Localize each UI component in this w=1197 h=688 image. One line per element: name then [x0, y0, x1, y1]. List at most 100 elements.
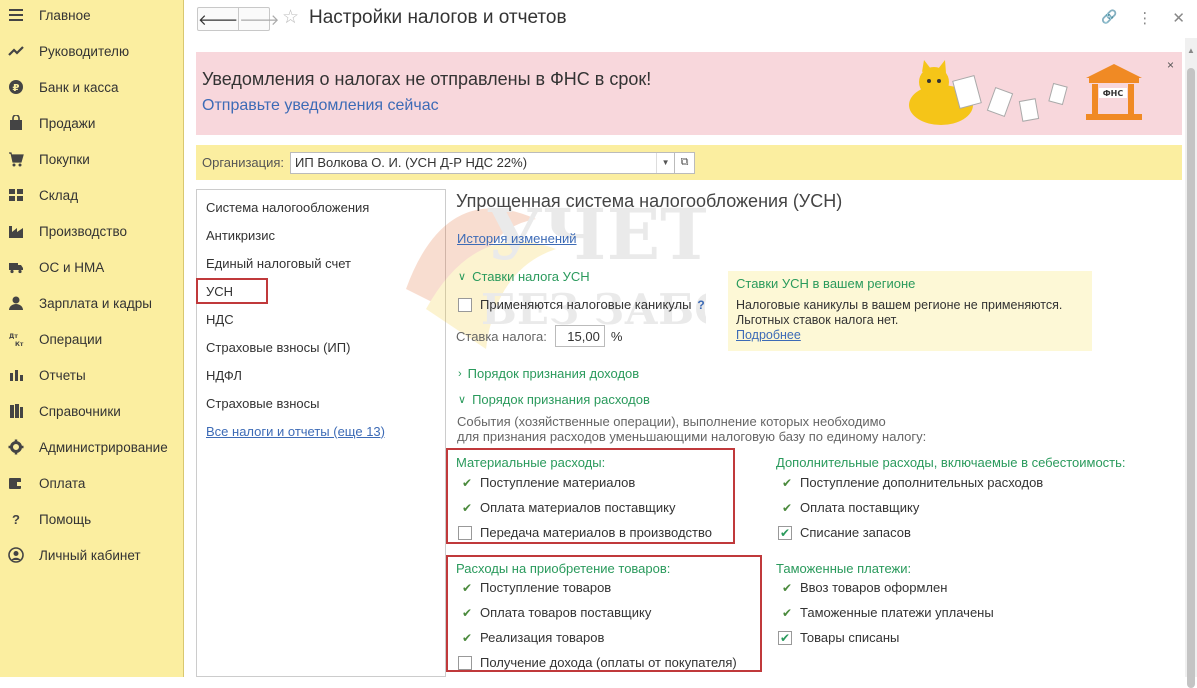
- sidebar-item-account[interactable]: Личный кабинет: [0, 537, 183, 573]
- sidebar-item-assets[interactable]: ОС и НМА: [0, 249, 183, 285]
- additional-item-label: Оплата поставщику: [800, 500, 920, 515]
- sidebar-item-payment[interactable]: Оплата: [0, 465, 183, 501]
- group-rates[interactable]: ∨ Ставки налога УСН: [458, 269, 590, 284]
- link-icon[interactable]: 🔗: [1101, 9, 1117, 27]
- additional-item-label: Списание запасов: [800, 525, 911, 540]
- tax-section-item-selected[interactable]: УСН: [196, 278, 268, 304]
- tick-icon[interactable]: ✔: [460, 631, 474, 645]
- tax-section-item[interactable]: Страховые взносы (ИП): [197, 333, 445, 361]
- close-icon[interactable]: ✕: [1172, 9, 1185, 27]
- sidebar-item-help[interactable]: ? Помощь: [0, 501, 183, 537]
- sidebar-item-directories[interactable]: Справочники: [0, 393, 183, 429]
- goods-item-label: Оплата товаров поставщику: [480, 605, 652, 620]
- organization-select[interactable]: ИП Волкова О. И. (УСН Д-Р НДС 22%) ▼: [290, 151, 676, 174]
- tax-rate-label: Ставка налога:: [456, 328, 547, 344]
- content-area: Уведомления о налогах не отправлены в ФН…: [185, 38, 1197, 677]
- banner-link[interactable]: Отправьте уведомления сейчас: [202, 97, 439, 115]
- tax-section-item[interactable]: НДФЛ: [197, 361, 445, 389]
- books-icon: [8, 403, 24, 419]
- tax-section-item[interactable]: Страховые взносы: [197, 389, 445, 417]
- star-icon[interactable]: ☆: [282, 6, 299, 29]
- sidebar-item-bank[interactable]: ₽ Банк и касса: [0, 69, 183, 105]
- trend-icon: [8, 43, 24, 59]
- help-icon[interactable]: ?: [697, 298, 704, 312]
- more-details-link[interactable]: Подробнее: [736, 328, 1084, 342]
- goods-item-label: Получение дохода (оплаты от покупателя): [480, 655, 737, 670]
- tick-icon[interactable]: ✔: [460, 476, 474, 490]
- tax-rate-input[interactable]: 15,00: [554, 325, 605, 347]
- tax-section-item[interactable]: Единый налоговый счет: [197, 249, 445, 277]
- page-title: Настройки налогов и отчетов: [309, 7, 567, 28]
- sidebar-item-operations[interactable]: Дт Кт Операции: [0, 321, 183, 357]
- additional-item-label: Поступление дополнительных расходов: [800, 475, 1044, 490]
- tax-section-item[interactable]: НДС: [197, 305, 445, 333]
- tick-icon[interactable]: ✔: [780, 476, 794, 490]
- chevron-down-icon[interactable]: ▼: [656, 152, 674, 173]
- group-expense[interactable]: ∨ Порядок признания расходов: [458, 392, 650, 407]
- factory-icon: [8, 223, 24, 239]
- sidebar-item-label: Покупки: [39, 151, 90, 167]
- materials-item-label: Передача материалов в производство: [480, 525, 712, 540]
- sidebar-item-label: Склад: [39, 187, 79, 203]
- tick-icon[interactable]: ✔: [460, 606, 474, 620]
- sidebar-item-main[interactable]: Главное: [0, 0, 183, 33]
- description-line: События (хозяйственные операции), выполн…: [457, 414, 886, 429]
- sidebar-item-label: Банк и касса: [39, 79, 119, 95]
- sidebar-item-label: Зарплата и кадры: [39, 295, 152, 311]
- forward-button[interactable]: 🡒: [238, 8, 279, 30]
- additional-item: ✔ Оплата поставщику: [780, 500, 919, 515]
- tick-icon[interactable]: ✔: [780, 501, 794, 515]
- all-taxes-link[interactable]: Все налоги и отчеты (еще 13): [197, 417, 445, 445]
- customs-item: ✔ Товары списаны: [778, 630, 899, 645]
- group-income[interactable]: › Порядок признания доходов: [458, 366, 639, 381]
- sidebar-item-purchases[interactable]: Покупки: [0, 141, 183, 177]
- checked-checkbox[interactable]: ✔: [778, 525, 792, 540]
- scroll-up-icon[interactable]: ▲: [1187, 46, 1195, 55]
- goods-checkbox[interactable]: [458, 655, 472, 670]
- sidebar-item-admin[interactable]: Администрирование: [0, 429, 183, 465]
- tick-icon[interactable]: ✔: [460, 501, 474, 515]
- sidebar-item-manager[interactable]: Руководителю: [0, 33, 183, 69]
- customs-item: ✔ Ввоз товаров оформлен: [780, 580, 947, 595]
- notification-banner: Уведомления о налогах не отправлены в ФН…: [196, 52, 1182, 135]
- materials-checkbox[interactable]: [458, 525, 472, 540]
- tax-section-item[interactable]: Антикризис: [197, 221, 445, 249]
- sidebar-item-warehouse[interactable]: Склад: [0, 177, 183, 213]
- chevron-right-icon: ›: [458, 367, 462, 380]
- customs-item-label: Товары списаны: [800, 630, 900, 645]
- group-expense-label: Порядок признания расходов: [472, 392, 650, 407]
- sidebar-item-label: ОС и НМА: [39, 259, 105, 275]
- sidebar-item-production[interactable]: Производство: [0, 213, 183, 249]
- title-bar-actions: 🔗 ⋮ ✕: [1101, 9, 1185, 27]
- nav-buttons: 🡐 🡒: [197, 7, 279, 31]
- checked-checkbox[interactable]: ✔: [778, 630, 792, 645]
- more-icon[interactable]: ⋮: [1137, 9, 1152, 27]
- tick-icon[interactable]: ✔: [460, 581, 474, 595]
- back-button[interactable]: 🡐: [198, 8, 238, 30]
- sidebar-item-salary[interactable]: Зарплата и кадры: [0, 285, 183, 321]
- sidebar-item-label: Операции: [39, 331, 103, 347]
- bar-chart-icon: [8, 367, 24, 383]
- history-link[interactable]: История изменений: [457, 231, 577, 246]
- tax-rate-row: Ставка налога: 15,00 %: [456, 325, 622, 347]
- materials-heading: Материальные расходы:: [456, 455, 606, 470]
- sidebar-item-label: Главное: [39, 7, 91, 23]
- goods-item-label: Реализация товаров: [480, 630, 605, 645]
- chevron-down-icon: ∨: [458, 394, 467, 406]
- sidebar-item-reports[interactable]: Отчеты: [0, 357, 183, 393]
- tax-holidays-row: Применяются налоговые каникулы ?: [458, 297, 705, 312]
- additional-item: ✔ Поступление дополнительных расходов: [780, 475, 1043, 490]
- banner-close-icon[interactable]: ×: [1167, 58, 1174, 72]
- tax-holidays-checkbox[interactable]: [458, 297, 472, 312]
- scrollbar-thumb[interactable]: [1187, 68, 1195, 688]
- title-bar: 🡐 🡒 ☆ Настройки налогов и отчетов 🔗 ⋮ ✕: [185, 0, 1197, 38]
- tax-section-item[interactable]: Система налогообложения: [197, 193, 445, 221]
- sidebar-item-sales[interactable]: Продажи: [0, 105, 183, 141]
- open-organization-button[interactable]: ⧉: [675, 151, 696, 174]
- additional-item: ✔ Списание запасов: [778, 525, 911, 540]
- vertical-scrollbar[interactable]: ▲: [1185, 38, 1197, 688]
- description-line: для признания расходов уменьшающими нало…: [457, 429, 927, 444]
- cat-tax-office-illustration: ФНС: [909, 60, 1142, 125]
- tick-icon[interactable]: ✔: [780, 606, 794, 620]
- tick-icon[interactable]: ✔: [780, 581, 794, 595]
